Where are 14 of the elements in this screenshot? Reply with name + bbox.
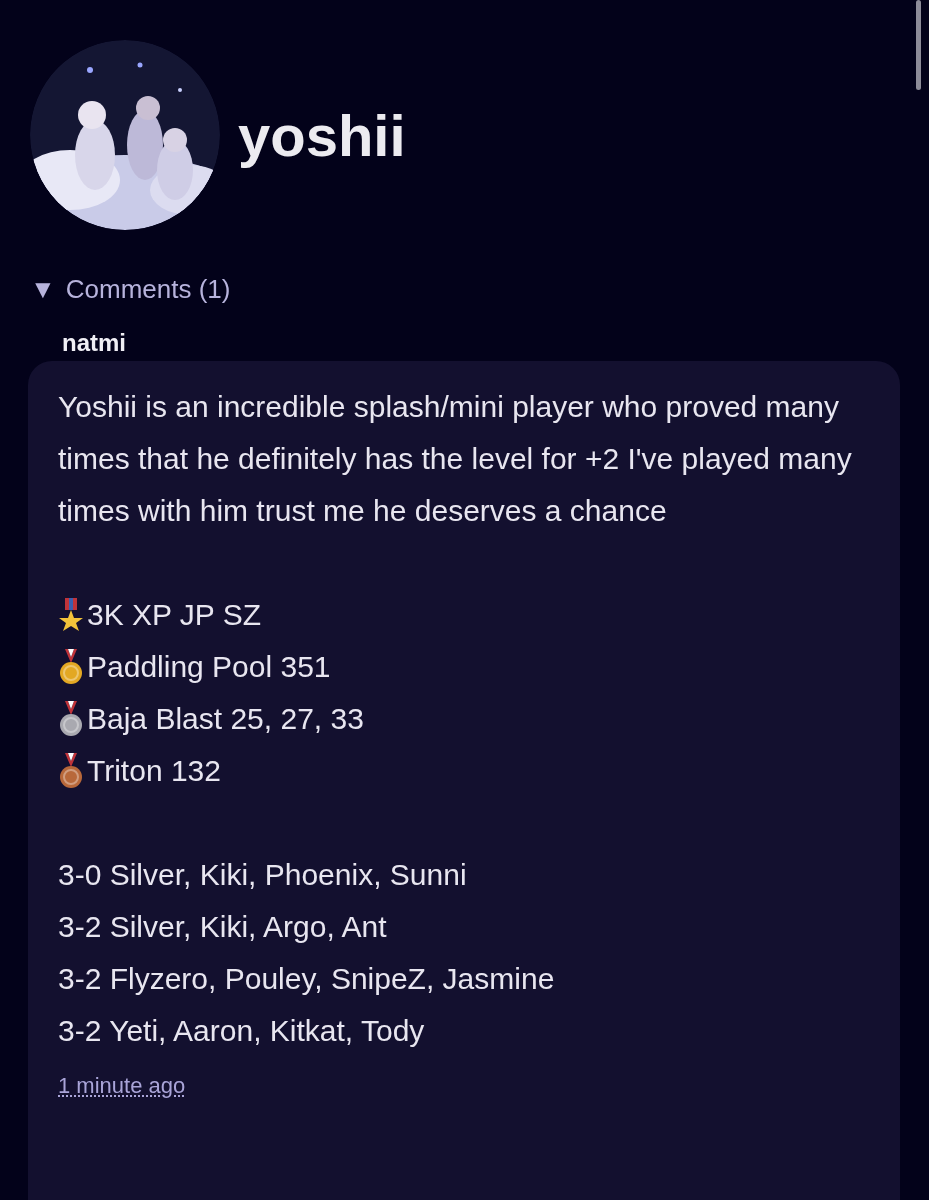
achievement-text: Baja Blast 25, 27, 33 (87, 701, 364, 737)
scrollbar-thumb[interactable] (916, 0, 921, 90)
timestamp-link[interactable]: 1 minute ago (58, 1073, 186, 1098)
achievement-text: 3K XP JP SZ (87, 597, 261, 633)
comments-toggle[interactable]: ▼ Comments (1) (30, 270, 231, 309)
result-line: 3-2 Flyzero, Pouley, SnipeZ, Jasmine (58, 961, 556, 997)
comment-text: Yoshii is an incredible splash/mini player who proved many times that he definitely has the level for +2 I've played many times with him trust me he deserves a chance (58, 389, 853, 529)
result-line: 3-0 Silver, Kiki, Phoenix, Sunni (58, 857, 468, 893)
achievement-text: Paddling Pool 351 (87, 649, 331, 685)
result-line: 3-2 Silver, Kiki, Argo, Ant (58, 909, 388, 945)
result-line: 3-2 Yeti, Aaron, Kitkat, Tody (58, 1013, 426, 1049)
username: yoshii (238, 101, 406, 170)
comment-author: natmi (61, 331, 127, 355)
achievement-text: Triton 132 (87, 753, 221, 789)
